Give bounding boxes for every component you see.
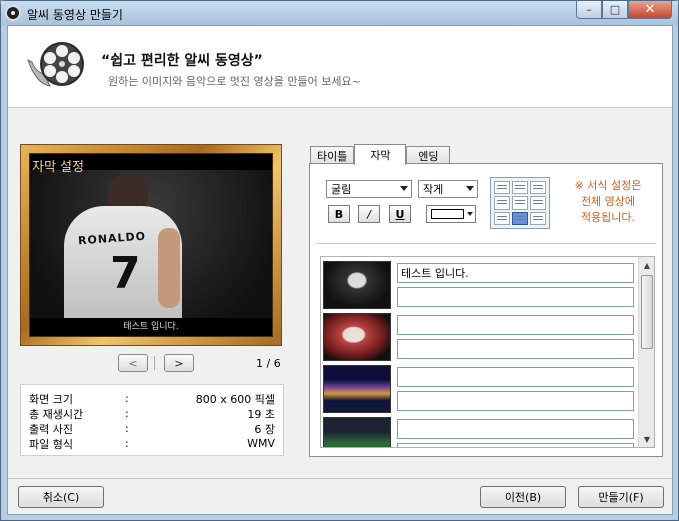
info-value: WMV (247, 437, 275, 450)
film-reel-icon (27, 42, 84, 87)
align-middle-right[interactable] (530, 196, 546, 210)
info-colon: : (125, 407, 129, 420)
client-area: “쉽고 편리한 알씨 동영상” 원하는 이미지와 음악으로 멋진 영상을 만들어… (7, 25, 673, 515)
player-arm (158, 228, 180, 308)
chevron-down-icon (400, 186, 408, 191)
underline-button[interactable]: U (389, 205, 411, 223)
info-colon: : (125, 422, 129, 435)
align-top-center[interactable] (512, 181, 528, 195)
page-indicator: 1 / 6 (256, 357, 281, 370)
prev-photo-button[interactable]: < (118, 354, 148, 372)
preview-overlay-label: 자막 설정 (32, 160, 84, 175)
header-banner: “쉽고 편리한 알씨 동영상” 원하는 이미지와 음악으로 멋진 영상을 만들어… (8, 26, 672, 108)
app-window: 알씨 동영상 만들기 – □ ✕ “쉽고 편리한 알씨 동영상” 원하는 이미지… (0, 0, 679, 521)
caption-alignment-grid (490, 177, 550, 229)
font-size-select[interactable]: 작게 (418, 180, 478, 198)
make-video-button[interactable]: 만들기(F) (578, 486, 664, 508)
caption-input-line1[interactable] (397, 419, 634, 439)
caption-input-line2[interactable] (397, 287, 634, 307)
chevron-down-icon (467, 212, 473, 216)
caption-input-line2[interactable] (397, 339, 634, 359)
info-label: 총 재생시간 (29, 407, 84, 421)
nav-separator (154, 356, 155, 370)
scroll-thumb[interactable] (641, 275, 653, 349)
tab-title[interactable]: 타이틀 (310, 146, 355, 164)
chevron-down-icon (466, 186, 474, 191)
info-value: 19 초 (247, 407, 275, 421)
maximize-button[interactable]: □ (602, 1, 628, 19)
photo-thumbnail[interactable] (323, 417, 391, 447)
info-label: 화면 크기 (29, 392, 73, 406)
align-bottom-right[interactable] (530, 211, 546, 225)
caption-input-line1[interactable]: 테스트 입니다. (397, 263, 634, 283)
window-title: 알씨 동영상 만들기 (27, 8, 123, 22)
cancel-button[interactable]: 취소(C) (18, 486, 104, 508)
info-row-duration: 총 재생시간 : 19 초 (29, 406, 275, 421)
scroll-down-icon[interactable]: ▼ (641, 433, 653, 445)
minimize-button[interactable]: – (576, 1, 602, 19)
video-info-box: 화면 크기 : 800 x 600 픽셀 총 재생시간 : 19 초 출력 사진… (20, 384, 284, 456)
align-top-right[interactable] (530, 181, 546, 195)
tab-subtitle[interactable]: 자막 (354, 144, 407, 165)
bold-button[interactable]: B (328, 205, 350, 223)
photo-thumbnail[interactable] (323, 365, 391, 413)
italic-button[interactable]: / (358, 205, 380, 223)
align-top-left[interactable] (494, 181, 510, 195)
caption-input-line1[interactable] (397, 367, 634, 387)
subtitle-tab-panel: 굴림 작게 B / U ※ 서식 설정은 전체 영상에 적용됩니다. 테스트 입… (309, 163, 663, 457)
align-middle-center[interactable] (512, 196, 528, 210)
jersey-number: 7 (110, 248, 141, 299)
info-value: 6 장 (254, 422, 275, 436)
info-colon: : (125, 437, 129, 450)
font-select[interactable]: 굴림 (326, 180, 412, 198)
header-title: “쉽고 편리한 알씨 동영상” (101, 53, 263, 69)
next-photo-button[interactable]: > (164, 354, 194, 372)
caption-input-line2[interactable] (397, 443, 634, 447)
text-color-picker[interactable] (426, 205, 476, 223)
info-row-file-format: 파일 형식 : WMV (29, 436, 275, 451)
preview-image: RONALDO 7 테스트 입니다. 자막 설정 (29, 153, 273, 337)
font-size-select-value: 작게 (423, 183, 444, 196)
photo-thumbnail[interactable] (323, 313, 391, 361)
tab-ending[interactable]: 엔딩 (406, 146, 451, 164)
preview-frame: RONALDO 7 테스트 입니다. 자막 설정 (20, 144, 282, 346)
previous-step-button[interactable]: 이전(B) (480, 486, 566, 508)
info-row-photo-count: 출력 사진 : 6 장 (29, 421, 275, 436)
photo-thumbnail[interactable] (323, 261, 391, 309)
scroll-up-icon[interactable]: ▲ (641, 259, 653, 271)
text-color-swatch (431, 209, 464, 219)
bottom-separator (8, 478, 672, 479)
caption-input-line1[interactable] (397, 315, 634, 335)
format-notice: ※ 서식 설정은 전체 영상에 적용됩니다. (574, 179, 642, 224)
info-row-resolution: 화면 크기 : 800 x 600 픽셀 (29, 391, 275, 406)
window-controls: – □ ✕ (576, 1, 672, 19)
font-select-value: 굴림 (331, 183, 352, 196)
title-bar[interactable]: 알씨 동영상 만들기 – □ ✕ (1, 1, 678, 25)
panel-divider (316, 243, 656, 244)
info-colon: : (125, 392, 129, 405)
preview-caption: 테스트 입니다. (123, 322, 179, 332)
info-label: 출력 사진 (29, 422, 73, 436)
app-icon[interactable] (5, 5, 21, 21)
align-middle-left[interactable] (494, 196, 510, 210)
info-value: 800 x 600 픽셀 (195, 392, 275, 406)
close-button[interactable]: ✕ (628, 1, 672, 19)
align-bottom-left[interactable] (494, 211, 510, 225)
caption-list-scrollbar[interactable]: ▲ ▼ (638, 257, 654, 447)
info-label: 파일 형식 (29, 437, 73, 451)
caption-list: 테스트 입니다. ▲ ▼ (320, 256, 655, 448)
align-bottom-center[interactable] (512, 211, 528, 225)
caption-input-line2[interactable] (397, 391, 634, 411)
tab-bar: 타이틀 자막 엔딩 (310, 144, 451, 165)
header-subtitle: 원하는 이미지와 음악으로 멋진 영상을 만들어 보세요~ (108, 75, 361, 88)
